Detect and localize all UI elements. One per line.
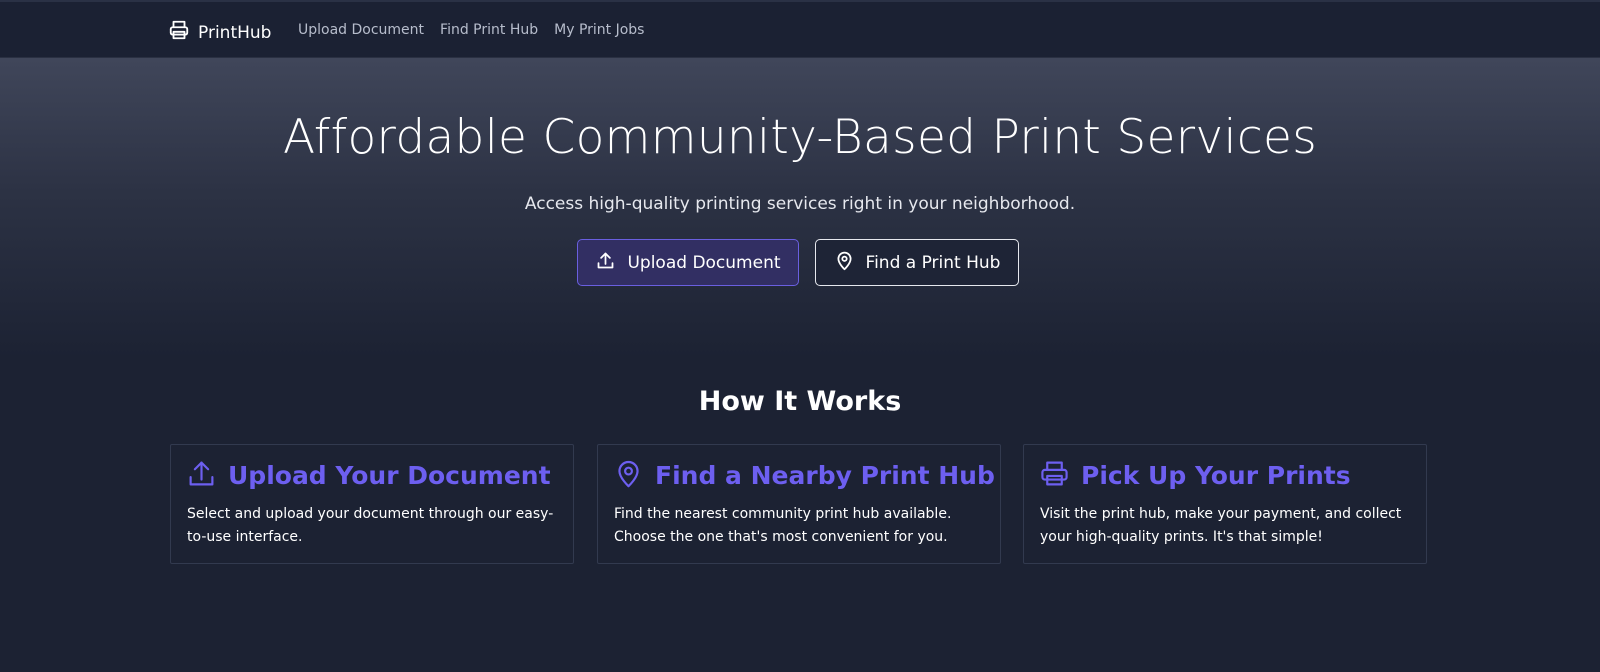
map-pin-icon — [614, 459, 643, 492]
step-card-title: Find a Nearby Print Hub — [655, 461, 995, 490]
nav-links: Upload Document Find Print Hub My Print … — [298, 22, 644, 38]
how-it-works-heading: How It Works — [698, 386, 902, 417]
top-navbar: PrintHub Upload Document Find Print Hub … — [0, 0, 1600, 58]
hero-title: Affordable Community-Based Print Service… — [283, 110, 1317, 165]
printer-icon — [168, 19, 190, 46]
nav-link-find-print-hub[interactable]: Find Print Hub — [440, 22, 538, 38]
brand-name: PrintHub — [198, 22, 272, 43]
step-card-description: Visit the print hub, make your payment, … — [1040, 506, 1402, 545]
hero-subtitle: Access high-quality printing services ri… — [524, 194, 1076, 214]
step-card-title: Pick Up Your Prints — [1081, 461, 1351, 490]
find-print-hub-button-label: Find a Print Hub — [865, 252, 1001, 273]
step-card-header: Pick Up Your Prints — [1040, 459, 1351, 492]
map-pin-icon — [834, 250, 855, 276]
find-print-hub-button[interactable]: Find a Print Hub — [815, 239, 1019, 286]
step-card-header: Upload Your Document — [187, 459, 551, 492]
step-card-find-hub: Find a Nearby Print Hub Find the nearest… — [597, 444, 1001, 564]
step-card-upload: Upload Your Document Select and upload y… — [170, 444, 574, 564]
upload-document-button-label: Upload Document — [627, 252, 781, 273]
step-card-title: Upload Your Document — [228, 461, 551, 490]
upload-document-button[interactable]: Upload Document — [577, 239, 799, 286]
step-card-header: Find a Nearby Print Hub — [614, 459, 995, 492]
step-card-pick-up: Pick Up Your Prints Visit the print hub,… — [1023, 444, 1427, 564]
printer-icon — [1040, 459, 1069, 492]
brand-logo-link[interactable]: PrintHub — [168, 19, 271, 46]
step-card-description: Select and upload your document through … — [187, 506, 554, 545]
step-card-description: Find the nearest community print hub ava… — [614, 506, 952, 545]
upload-icon — [595, 250, 616, 276]
nav-link-my-print-jobs[interactable]: My Print Jobs — [554, 22, 644, 38]
nav-link-upload-document[interactable]: Upload Document — [298, 22, 424, 38]
hero-section: Affordable Community-Based Print Service… — [0, 58, 1600, 358]
upload-icon — [187, 459, 216, 492]
